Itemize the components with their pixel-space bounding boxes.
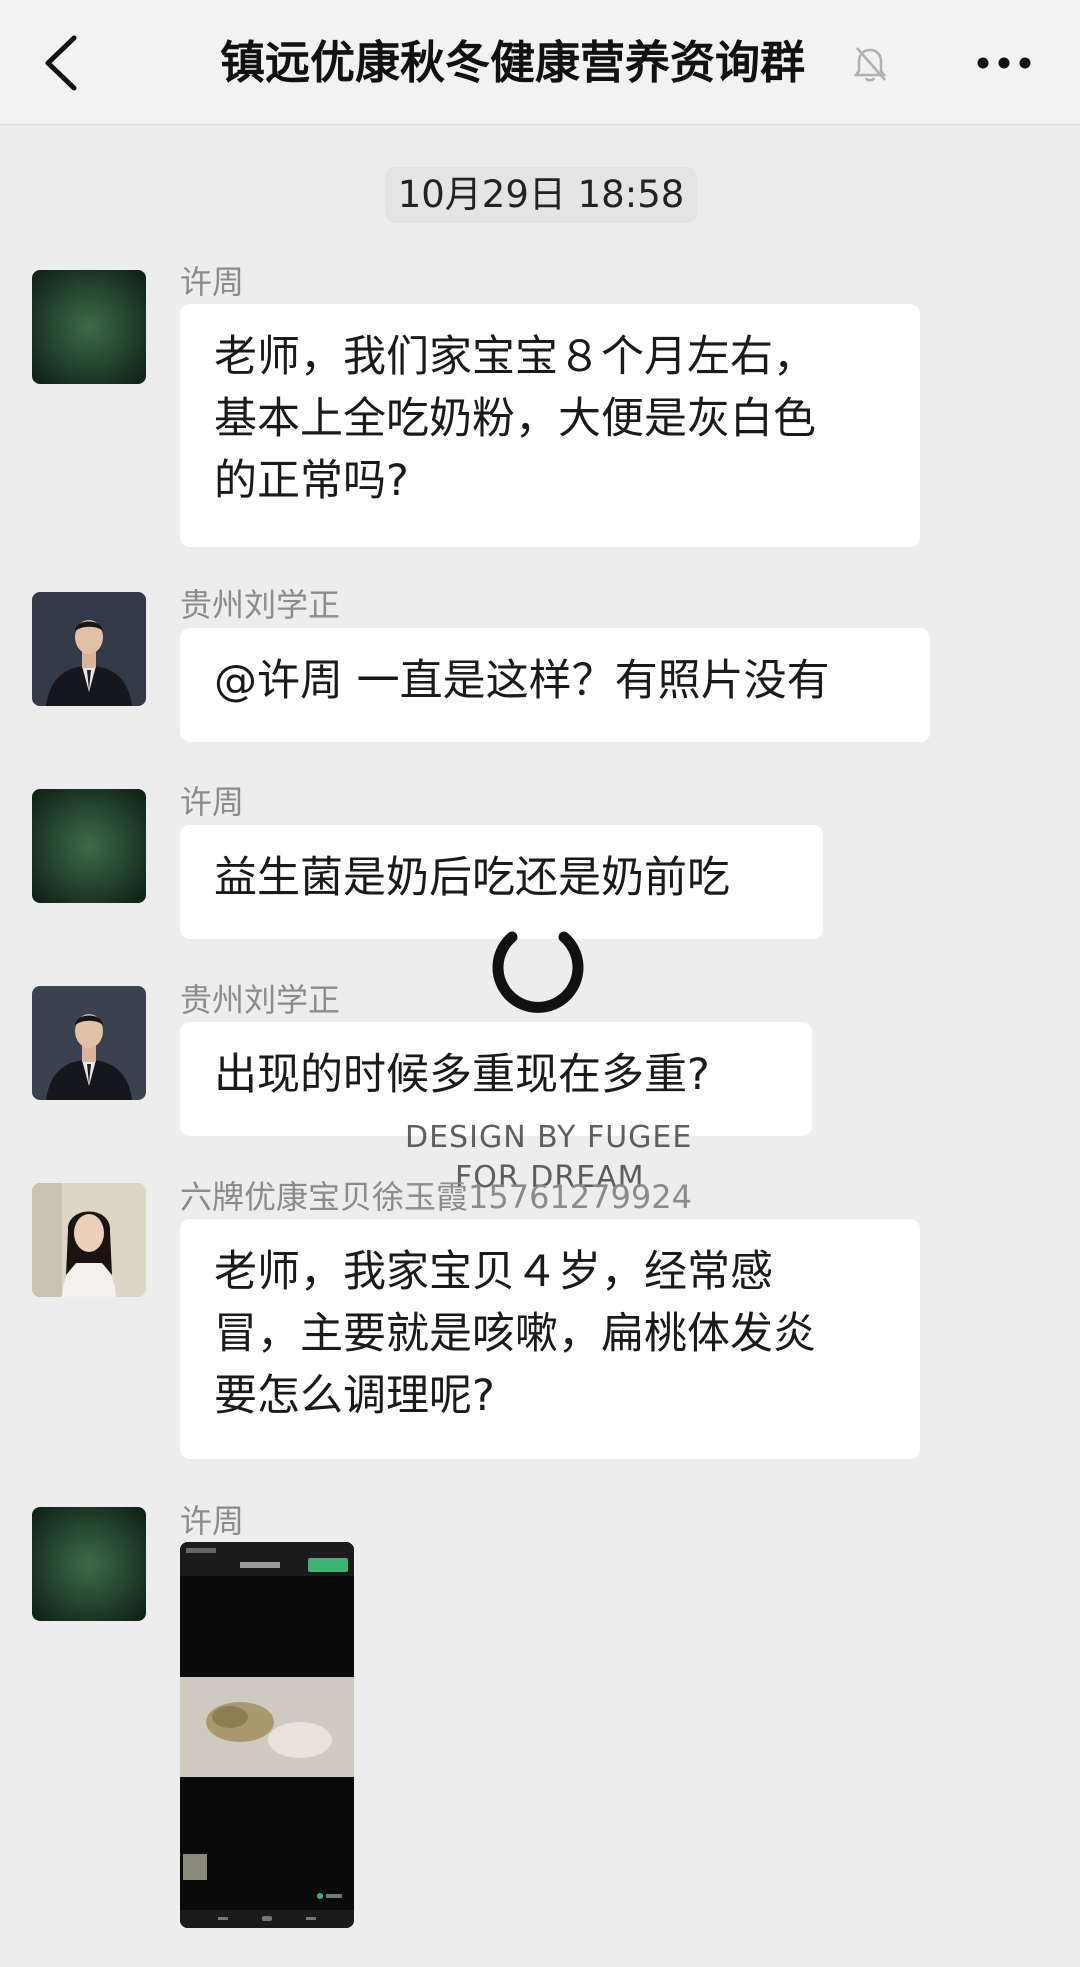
chat-title: 镇远优康秋冬健康营养资询群 bbox=[220, 36, 806, 89]
phone-screenshot-image bbox=[180, 1542, 354, 1928]
timestamp-label: 10月29日 18:58 bbox=[385, 167, 697, 223]
avatar-man-in-suit-image bbox=[32, 592, 146, 706]
more-button[interactable] bbox=[975, 43, 1033, 83]
message-bubble[interactable]: 老师，我家宝贝４岁，经常感 冒，主要就是咳嗽，扁桃体发炎 要怎么调理呢? bbox=[180, 1219, 920, 1459]
message-line: 老师，我们家宝宝８个月左右， bbox=[214, 332, 816, 382]
sender-name: 许周 bbox=[180, 263, 245, 301]
message-bubble[interactable]: 出现的时候多重现在多重? bbox=[180, 1022, 812, 1136]
message-line: @许周 一直是这样？有照片没有 bbox=[214, 656, 830, 706]
message-bubble[interactable]: 老师，我们家宝宝８个月左右， 基本上全吃奶粉，大便是灰白色 的正常吗? bbox=[180, 304, 920, 547]
mute-indicator bbox=[852, 44, 888, 84]
avatar-man-in-suit-image bbox=[32, 986, 146, 1100]
avatar-green-image bbox=[32, 789, 146, 903]
image-message-thumbnail[interactable] bbox=[180, 1542, 354, 1928]
avatar[interactable] bbox=[32, 592, 146, 706]
message-bubble[interactable]: @许周 一直是这样？有照片没有 bbox=[180, 628, 930, 742]
back-button[interactable] bbox=[36, 30, 96, 96]
more-horizontal-icon bbox=[977, 57, 1031, 69]
avatar[interactable] bbox=[32, 270, 146, 384]
sender-name: 贵州刘学正 bbox=[180, 586, 341, 624]
avatar[interactable] bbox=[32, 1183, 146, 1297]
sender-name: 贵州刘学正 bbox=[180, 981, 341, 1019]
avatar[interactable] bbox=[32, 1507, 146, 1621]
sender-name: 许周 bbox=[180, 783, 245, 821]
chevron-left-icon bbox=[45, 35, 77, 91]
bell-off-icon bbox=[853, 47, 887, 82]
sender-name: 六牌优康宝贝徐玉霞15761279924 bbox=[180, 1178, 692, 1216]
watermark-text: DESIGN BY FUGEE bbox=[405, 1120, 693, 1155]
message-line: 益生菌是奶后吃还是奶前吃 bbox=[214, 853, 730, 903]
chat-header: 镇远优康秋冬健康营养资询群 bbox=[0, 0, 1080, 125]
avatar[interactable] bbox=[32, 986, 146, 1100]
message-line: 要怎么调理呢? bbox=[214, 1371, 495, 1421]
avatar-green-image bbox=[32, 1507, 146, 1621]
avatar-woman-image bbox=[32, 1183, 146, 1297]
message-line: 基本上全吃奶粉，大便是灰白色 bbox=[214, 394, 816, 444]
message-line: 的正常吗? bbox=[214, 456, 409, 506]
sender-name: 许周 bbox=[180, 1502, 245, 1540]
avatar-green-image bbox=[32, 270, 146, 384]
avatar[interactable] bbox=[32, 789, 146, 903]
message-line: 出现的时候多重现在多重? bbox=[214, 1050, 710, 1100]
loading-spinner-icon bbox=[482, 915, 594, 1027]
message-line: 老师，我家宝贝４岁，经常感 bbox=[214, 1247, 773, 1297]
message-line: 冒，主要就是咳嗽，扁桃体发炎 bbox=[214, 1309, 816, 1359]
